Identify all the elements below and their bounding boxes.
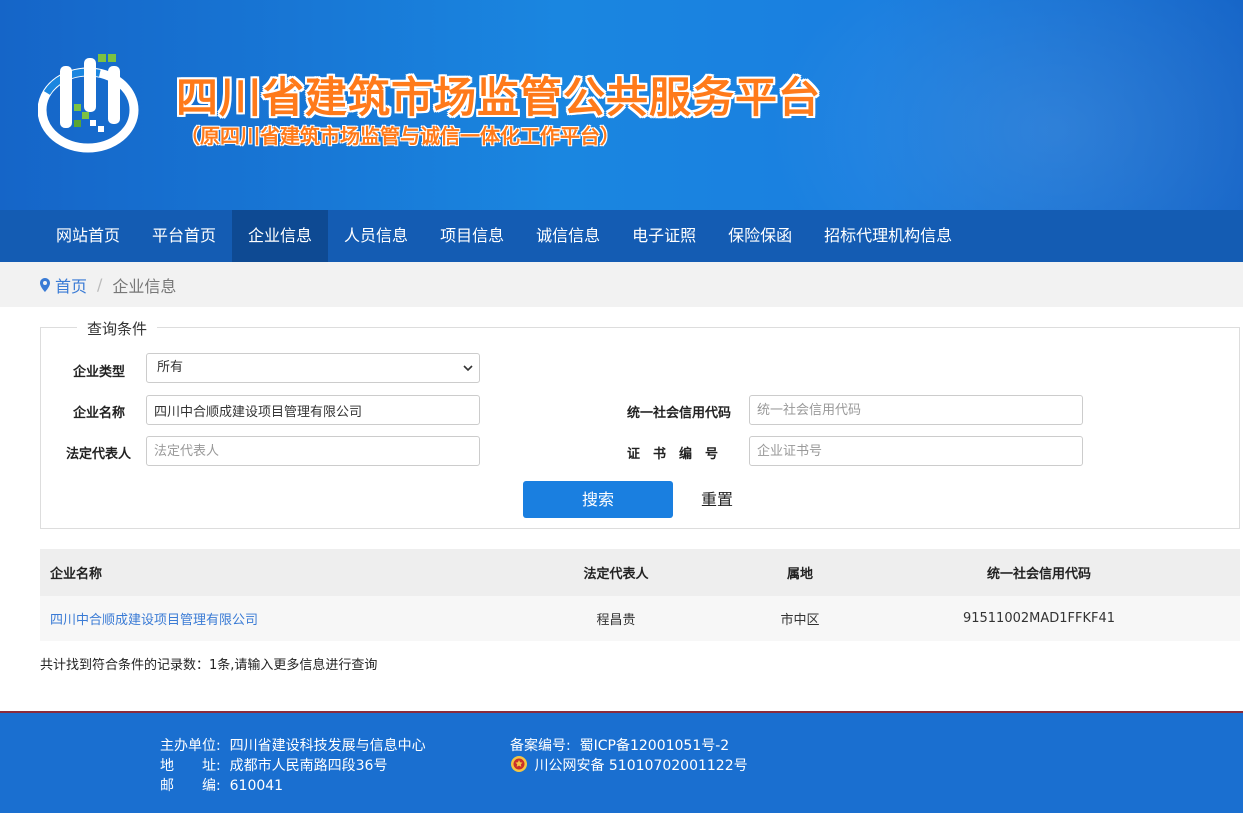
nav-item-enterprise-info[interactable]: 企业信息 [232,210,329,262]
footer-postcode-value: 610041 [229,778,284,794]
query-legend: 查询条件 [77,318,158,339]
cert-no-label: 证 书 编 号 [627,447,719,462]
reset-button[interactable]: 重置 [701,481,733,518]
footer-police-link[interactable]: 川公网安备 51010702001122号 [534,758,747,774]
breadcrumb-current: 企业信息 [112,276,177,296]
nav-item-e-license[interactable]: 电子证照 [616,210,712,262]
company-type-value: 所有 [157,360,184,375]
credit-code-label: 统一社会信用代码 [627,406,732,421]
footer-address-value: 成都市人民南路四段36号 [229,758,388,774]
query-panel: 查询条件 企业类型 所有 企业名称 统一社会信用代码 法定代表人 证 书 编 号… [40,318,1240,529]
record-count-text: 共计找到符合条件的记录数：1条,请输入更多信息进行查询 [40,658,378,673]
company-name-label: 企业名称 [73,406,126,421]
search-button[interactable]: 搜索 [523,481,673,518]
legal-rep-input[interactable] [146,436,480,466]
footer-host-label: 主办单位: [160,738,221,754]
company-name-input[interactable] [146,395,480,425]
results-table: 企业名称 法定代表人 属地 统一社会信用代码 四川中合顺成建设项目管理有限公司 … [40,549,1240,641]
column-header-legal-rep: 法定代表人 [583,567,649,582]
main-nav: 网站首页 平台首页 企业信息 人员信息 项目信息 诚信信息 电子证照 保险保函 … [0,210,1243,262]
nav-item-insurance[interactable]: 保险保函 [712,210,808,262]
nav-item-site-home[interactable]: 网站首页 [40,210,136,262]
footer-host-value: 四川省建设科技发展与信息中心 [229,738,426,754]
footer-postcode: 邮 编: 610041 [160,775,283,795]
cell-legal-rep: 程昌贵 [596,613,636,628]
location-pin-icon [40,277,50,292]
footer-address: 地 址: 成都市人民南路四段36号 [160,755,387,775]
footer-address-label: 地 址: [160,758,221,774]
nav-item-project-info[interactable]: 项目信息 [424,210,520,262]
credit-code-input[interactable] [749,395,1083,425]
column-header-company-name: 企业名称 [50,567,103,582]
footer-postcode-label: 邮 编: [160,778,221,794]
company-name-link[interactable]: 四川中合顺成建设项目管理有限公司 [50,609,258,628]
site-title: 四川省建筑市场监管公共服务平台 [176,73,822,122]
footer-icp: 备案编号: 蜀ICP备12001051号-2 [510,735,729,755]
nav-item-bidding-agency[interactable]: 招标代理机构信息 [808,210,968,262]
company-type-label: 企业类型 [73,365,126,380]
logo-icon [38,54,139,153]
header-banner: 四川省建筑市场监管公共服务平台 （原四川省建筑市场监管与诚信一体化工作平台） [0,0,1243,210]
table-header: 企业名称 法定代表人 属地 统一社会信用代码 [40,549,1240,596]
cell-credit-code: 91511002MAD1FFKF41 [962,611,1116,626]
column-header-credit-code: 统一社会信用代码 [986,567,1091,582]
footer-police: 川公网安备 51010702001122号 [510,755,748,775]
breadcrumb: 首页 / 企业信息 [0,262,1243,307]
breadcrumb-home-link[interactable]: 首页 [55,273,87,297]
site-subtitle: （原四川省建筑市场监管与诚信一体化工作平台） [180,124,620,148]
cert-no-input[interactable] [749,436,1083,466]
cell-company-name: 四川中合顺成建设项目管理有限公司 [40,596,470,641]
footer-host: 主办单位: 四川省建设科技发展与信息中心 [160,735,426,755]
nav-item-credit-info[interactable]: 诚信信息 [520,210,616,262]
police-badge-icon [511,756,527,772]
legal-rep-label: 法定代表人 [66,447,132,462]
company-type-select[interactable]: 所有 [146,353,480,383]
column-header-region: 属地 [786,567,813,582]
footer: 主办单位: 四川省建设科技发展与信息中心 地 址: 成都市人民南路四段36号 邮… [0,711,1243,813]
cell-region: 市中区 [780,613,820,628]
footer-icp-link[interactable]: 蜀ICP备12001051号-2 [580,738,730,754]
breadcrumb-separator: / [97,275,103,294]
nav-item-platform-home[interactable]: 平台首页 [136,210,232,262]
footer-icp-label: 备案编号: [510,738,571,754]
nav-item-personnel-info[interactable]: 人员信息 [328,210,424,262]
chevron-down-icon [463,365,473,372]
table-row: 四川中合顺成建设项目管理有限公司 程昌贵 市中区 91511002MAD1FFK… [40,596,1240,641]
